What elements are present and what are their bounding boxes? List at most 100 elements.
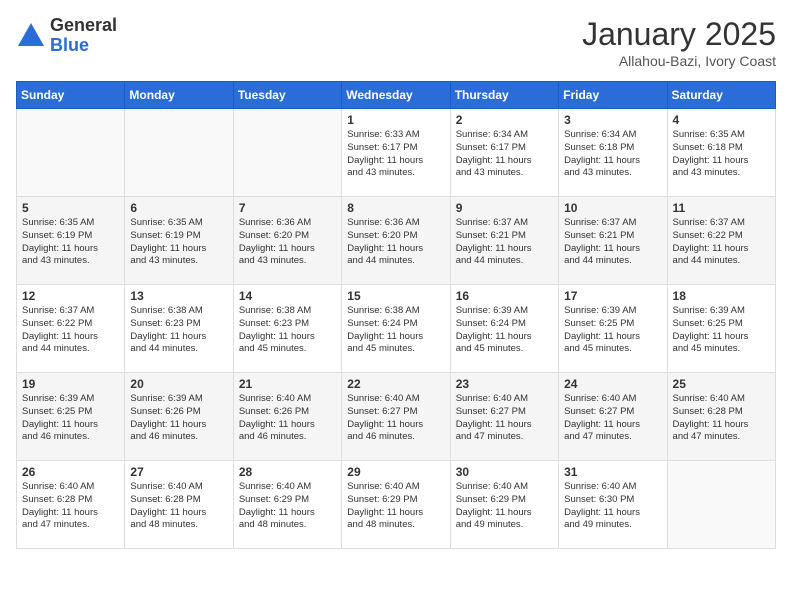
day-number: 14 [239,289,336,303]
calendar-cell: 7 Sunrise: 6:36 AM Sunset: 6:20 PM Daylig… [233,197,341,285]
calendar-cell: 27 Sunrise: 6:40 AM Sunset: 6:28 PM Dayli… [125,461,233,549]
month-title: January 2025 [582,16,776,53]
day-info: Sunrise: 6:40 AM Sunset: 6:29 PM Dayligh… [239,481,336,532]
calendar-cell: 24Sunrise: 6:40 AM Sunset: 6:27 PM Dayli… [559,373,667,461]
weekday-header: Tuesday [233,82,341,109]
calendar-week-row: 19Sunrise: 6:39 AM Sunset: 6:25 PM Dayli… [17,373,776,461]
day-number: 30 [456,465,553,479]
weekday-header: Sunday [17,82,125,109]
logo-icon [16,21,46,51]
day-info: Sunrise: 6:36 AM Sunset: 6:20 PM Dayligh… [347,217,444,268]
page-header: General Blue January 2025 Allahou-Bazi, … [16,16,776,69]
day-info: Sunrise: 6:40 AM Sunset: 6:29 PM Dayligh… [456,481,553,532]
calendar-cell: 18Sunrise: 6:39 AM Sunset: 6:25 PM Dayli… [667,285,775,373]
calendar-cell: 15Sunrise: 6:38 AM Sunset: 6:24 PM Dayli… [342,285,450,373]
day-number: 1 [347,113,444,127]
day-info: Sunrise: 6:35 AM Sunset: 6:19 PM Dayligh… [130,217,227,268]
weekday-header: Monday [125,82,233,109]
day-info: Sunrise: 6:40 AM Sunset: 6:29 PM Dayligh… [347,481,444,532]
calendar-cell: 21Sunrise: 6:40 AM Sunset: 6:26 PM Dayli… [233,373,341,461]
day-info: Sunrise: 6:37 AM Sunset: 6:22 PM Dayligh… [673,217,770,268]
weekday-header: Wednesday [342,82,450,109]
day-info: Sunrise: 6:40 AM Sunset: 6:28 PM Dayligh… [130,481,227,532]
calendar-cell [125,109,233,197]
logo-general: General [50,16,117,36]
logo: General Blue [16,16,117,56]
calendar-header: SundayMondayTuesdayWednesdayThursdayFrid… [17,82,776,109]
calendar-cell: 29 Sunrise: 6:40 AM Sunset: 6:29 PM Dayli… [342,461,450,549]
day-number: 17 [564,289,661,303]
day-number: 25 [673,377,770,391]
day-info: Sunrise: 6:39 AM Sunset: 6:25 PM Dayligh… [673,305,770,356]
calendar-cell: 31 Sunrise: 6:40 AM Sunset: 6:30 PM Dayli… [559,461,667,549]
day-info: Sunrise: 6:40 AM Sunset: 6:27 PM Dayligh… [347,393,444,444]
calendar-cell: 10 Sunrise: 6:37 AM Sunset: 6:21 PM Dayli… [559,197,667,285]
calendar-week-row: 26Sunrise: 6:40 AM Sunset: 6:28 PM Dayli… [17,461,776,549]
calendar-cell: 12 Sunrise: 6:37 AM Sunset: 6:22 PM Dayli… [17,285,125,373]
day-number: 31 [564,465,661,479]
day-number: 2 [456,113,553,127]
calendar-cell: 22Sunrise: 6:40 AM Sunset: 6:27 PM Dayli… [342,373,450,461]
calendar-cell [233,109,341,197]
calendar-week-row: 1 Sunrise: 6:33 AM Sunset: 6:17 PM Daylig… [17,109,776,197]
day-number: 3 [564,113,661,127]
calendar: SundayMondayTuesdayWednesdayThursdayFrid… [16,81,776,549]
day-number: 7 [239,201,336,215]
day-info: Sunrise: 6:38 AM Sunset: 6:23 PM Dayligh… [239,305,336,356]
calendar-cell: 2 Sunrise: 6:34 AM Sunset: 6:17 PM Daylig… [450,109,558,197]
calendar-cell: 25 Sunrise: 6:40 AM Sunset: 6:28 PM Dayli… [667,373,775,461]
day-number: 19 [22,377,119,391]
calendar-cell: 14 Sunrise: 6:38 AM Sunset: 6:23 PM Dayli… [233,285,341,373]
calendar-cell: 23Sunrise: 6:40 AM Sunset: 6:27 PM Dayli… [450,373,558,461]
calendar-week-row: 12 Sunrise: 6:37 AM Sunset: 6:22 PM Dayli… [17,285,776,373]
day-info: Sunrise: 6:40 AM Sunset: 6:28 PM Dayligh… [22,481,119,532]
calendar-week-row: 5 Sunrise: 6:35 AM Sunset: 6:19 PM Daylig… [17,197,776,285]
day-info: Sunrise: 6:40 AM Sunset: 6:26 PM Dayligh… [239,393,336,444]
day-number: 6 [130,201,227,215]
day-number: 10 [564,201,661,215]
day-info: Sunrise: 6:39 AM Sunset: 6:24 PM Dayligh… [456,305,553,356]
calendar-cell: 9Sunrise: 6:37 AM Sunset: 6:21 PM Daylig… [450,197,558,285]
weekday-header: Thursday [450,82,558,109]
day-number: 13 [130,289,227,303]
day-info: Sunrise: 6:39 AM Sunset: 6:26 PM Dayligh… [130,393,227,444]
day-number: 8 [347,201,444,215]
calendar-body: 1 Sunrise: 6:33 AM Sunset: 6:17 PM Daylig… [17,109,776,549]
day-info: Sunrise: 6:34 AM Sunset: 6:18 PM Dayligh… [564,129,661,180]
day-info: Sunrise: 6:40 AM Sunset: 6:27 PM Dayligh… [564,393,661,444]
calendar-cell: 16 Sunrise: 6:39 AM Sunset: 6:24 PM Dayli… [450,285,558,373]
location: Allahou-Bazi, Ivory Coast [582,53,776,69]
day-info: Sunrise: 6:34 AM Sunset: 6:17 PM Dayligh… [456,129,553,180]
calendar-cell: 30 Sunrise: 6:40 AM Sunset: 6:29 PM Dayli… [450,461,558,549]
calendar-cell: 11 Sunrise: 6:37 AM Sunset: 6:22 PM Dayli… [667,197,775,285]
calendar-cell: 13Sunrise: 6:38 AM Sunset: 6:23 PM Dayli… [125,285,233,373]
day-number: 27 [130,465,227,479]
day-info: Sunrise: 6:35 AM Sunset: 6:18 PM Dayligh… [673,129,770,180]
day-info: Sunrise: 6:33 AM Sunset: 6:17 PM Dayligh… [347,129,444,180]
day-number: 20 [130,377,227,391]
day-number: 9 [456,201,553,215]
day-number: 11 [673,201,770,215]
calendar-cell [17,109,125,197]
calendar-cell: 8 Sunrise: 6:36 AM Sunset: 6:20 PM Daylig… [342,197,450,285]
calendar-cell: 20 Sunrise: 6:39 AM Sunset: 6:26 PM Dayli… [125,373,233,461]
calendar-cell: 17Sunrise: 6:39 AM Sunset: 6:25 PM Dayli… [559,285,667,373]
day-info: Sunrise: 6:40 AM Sunset: 6:30 PM Dayligh… [564,481,661,532]
calendar-cell: 4 Sunrise: 6:35 AM Sunset: 6:18 PM Daylig… [667,109,775,197]
calendar-cell: 3 Sunrise: 6:34 AM Sunset: 6:18 PM Daylig… [559,109,667,197]
day-number: 16 [456,289,553,303]
day-number: 12 [22,289,119,303]
day-info: Sunrise: 6:38 AM Sunset: 6:24 PM Dayligh… [347,305,444,356]
day-info: Sunrise: 6:36 AM Sunset: 6:20 PM Dayligh… [239,217,336,268]
day-info: Sunrise: 6:40 AM Sunset: 6:28 PM Dayligh… [673,393,770,444]
day-number: 5 [22,201,119,215]
day-number: 28 [239,465,336,479]
calendar-cell: 28 Sunrise: 6:40 AM Sunset: 6:29 PM Dayli… [233,461,341,549]
day-number: 29 [347,465,444,479]
day-info: Sunrise: 6:40 AM Sunset: 6:27 PM Dayligh… [456,393,553,444]
day-number: 4 [673,113,770,127]
weekday-header: Saturday [667,82,775,109]
weekday-header: Friday [559,82,667,109]
day-info: Sunrise: 6:37 AM Sunset: 6:21 PM Dayligh… [564,217,661,268]
day-info: Sunrise: 6:37 AM Sunset: 6:22 PM Dayligh… [22,305,119,356]
